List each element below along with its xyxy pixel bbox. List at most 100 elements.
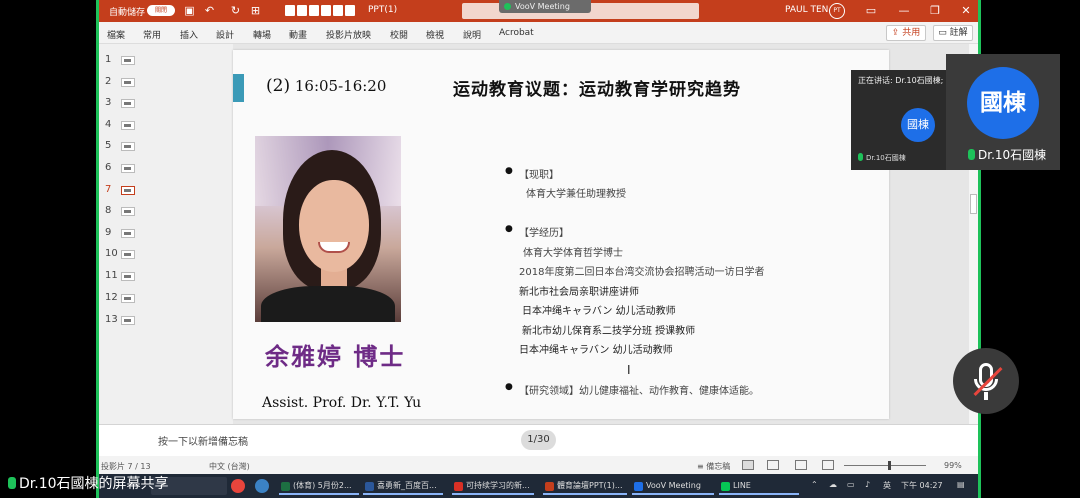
big-participant-name: Dr.10石國棟 [968,146,1046,163]
zoom-level[interactable]: 99% [944,461,962,470]
slide-thumbnail[interactable]: 10 [99,244,233,264]
network-icon[interactable]: ▭ [847,480,855,489]
participant-video-tile[interactable]: 國棟 Dr.10石國棟 [946,54,1060,170]
taskbar-item[interactable]: 喜勇新_百度百... [363,477,443,495]
qat-icon-6[interactable] [345,5,355,16]
notification-icon[interactable]: ▤ [957,480,965,489]
notes-button[interactable]: ≡ 備忘稿 [697,461,730,472]
thumbnail-preview [121,250,135,259]
slide-thumbnail[interactable]: 13 [99,310,233,330]
scrollbar-handle[interactable] [970,194,977,214]
zoom-slider[interactable] [844,465,926,466]
thumbnail-number: 12 [105,292,118,303]
cloud-icon[interactable]: ☁ [829,480,837,489]
section-title-position: 【现职】 [505,166,559,181]
tab-file[interactable]: 檔案 [107,28,125,41]
big-name-text: Dr.10石國棟 [978,148,1047,162]
restore-button[interactable]: ❐ [928,4,942,18]
notes-placeholder: 按一下以新增備忘稿 [158,437,248,448]
user-name: PAUL TEN [785,5,829,15]
ribbon-tabs: 檔案 常用 插入 設計 轉場 動畫 投影片放映 校閱 檢視 說明 Acrobat… [99,22,978,44]
taskbar-item[interactable]: 可持续学习的新... [452,477,534,495]
photo-shirt [261,286,395,322]
qat-icon-2[interactable] [297,5,307,16]
tab-help[interactable]: 說明 [463,28,481,41]
speaker-name-cn: 余雅婷 博士 [265,342,406,371]
tab-animations[interactable]: 動畫 [289,28,307,41]
speaking-panel[interactable]: 正在讲话: Dr.10石國棟; 國棟 Dr.10石國棟 [851,70,946,170]
slide-thumbnail[interactable]: 9 [99,223,233,243]
edge-icon[interactable] [255,479,269,493]
slide-thumbnail[interactable]: 4 [99,115,233,135]
slide-thumbnail[interactable]: 2 [99,72,233,92]
tab-view[interactable]: 檢視 [426,28,444,41]
education-line: 日本冲绳キャラバン 幼儿活动教师 [519,345,673,356]
slide-thumbnail[interactable]: 5 [99,136,233,156]
thumbnail-preview [121,164,135,173]
minimize-button[interactable]: — [897,4,911,18]
qat-icon-3[interactable] [309,5,319,16]
volume-icon[interactable]: ♪ [865,480,870,489]
qat-icon-1[interactable] [285,5,295,16]
slide-thumbnail-pane: 1 2 3 4 5 6 7 8 9 10 11 12 13 [99,44,233,424]
thumbnail-number: 13 [105,314,118,325]
tray-chevron-icon[interactable]: ⌃ [811,480,818,489]
mic-icon [968,149,975,160]
slide-thumbnail[interactable]: 12 [99,288,233,308]
slide-accent-bar [233,74,244,102]
present-icon[interactable]: ⊞ [249,4,262,17]
taskbar-item[interactable]: VooV Meeting [632,477,714,495]
taskbar-item[interactable]: 體育論壇PPT(1)... [543,477,627,495]
reading-view-icon[interactable] [795,460,807,470]
qat-icon-4[interactable] [321,5,331,16]
slide-thumbnail[interactable]: 3 [99,93,233,113]
slide-thumbnail-active[interactable]: 7 [99,180,233,200]
thumbnail-number: 5 [105,140,112,151]
taskbar-item[interactable]: (体育) 5月份2... [279,477,359,495]
notes-pane[interactable]: 按一下以新增備忘稿 1/30 [99,424,978,456]
slide-thumbnail[interactable]: 11 [99,266,233,286]
tab-insert[interactable]: 插入 [180,28,198,41]
slide-sorter-icon[interactable] [767,460,779,470]
normal-view-icon[interactable] [742,460,754,470]
voov-meeting-pill[interactable]: VooV Meeting [499,0,591,13]
close-button[interactable]: ✕ [959,4,973,18]
slide-thumbnail[interactable]: 6 [99,158,233,178]
education-line: 体育大学体育哲学博士 [523,248,623,259]
mute-microphone-button[interactable] [953,348,1019,414]
slideshow-view-icon[interactable] [822,460,834,470]
ribbon-display-icon[interactable]: ▭ [864,4,878,18]
mic-icon [8,477,16,489]
education-line: 日本冲绳キャラバン 幼儿活动教师 [522,306,676,317]
powerpoint-window: 自動儲存 關閉 ▣ ↶ ↻ ⊞ PPT(1) VooV Meeting PAUL… [99,0,978,474]
share-button[interactable]: ⇪ 共用 [886,25,926,41]
autosave-toggle[interactable]: 關閉 [147,5,175,16]
zoom-slider-knob[interactable] [888,461,891,470]
ime-indicator[interactable]: 英 [883,480,891,491]
tab-slideshow[interactable]: 投影片放映 [326,28,371,41]
position-line: 体育大学兼任助理教授 [526,189,626,200]
user-avatar[interactable]: PT [829,3,845,19]
autosave-label: 自動儲存 [109,8,146,18]
chrome-icon[interactable] [231,479,245,493]
slide-heading: 运动教育议题：运动教育学研究趋势 [453,80,741,100]
tab-transitions[interactable]: 轉場 [253,28,271,41]
tab-acrobat[interactable]: Acrobat [499,28,534,38]
redo-icon[interactable]: ↻ [229,4,242,17]
slide-thumbnail[interactable]: 1 [99,50,233,70]
tab-home[interactable]: 常用 [143,28,161,41]
language-status[interactable]: 中文 (台灣) [209,461,250,472]
qat-icon-5[interactable] [333,5,343,16]
thumbnail-preview [121,229,135,238]
comment-button[interactable]: ▭ 註解 [933,25,973,41]
tab-review[interactable]: 校閱 [390,28,408,41]
thumbnail-number: 11 [105,270,118,281]
tab-design[interactable]: 設計 [216,28,234,41]
current-slide[interactable]: (2) 16:05-16:20 运动教育议题：运动教育学研究趋势 余雅婷 博士 … [233,50,889,419]
taskbar-item[interactable]: LINE [719,477,799,495]
save-icon[interactable]: ▣ [183,4,196,17]
undo-icon[interactable]: ↶ [203,4,216,17]
taskbar-time[interactable]: 下午 04:27 [901,480,943,491]
slide-thumbnail[interactable]: 8 [99,201,233,221]
comment-label: 註解 [949,28,968,38]
